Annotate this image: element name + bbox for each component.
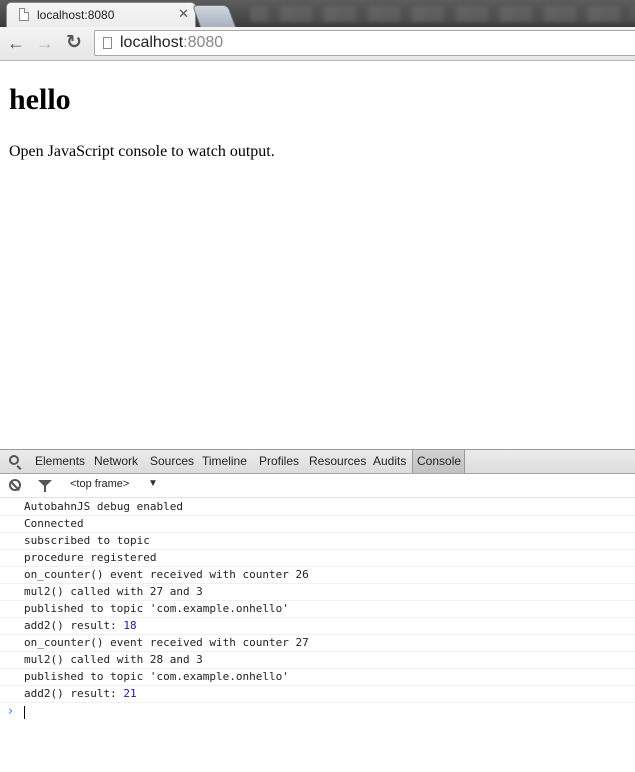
page-icon [103,37,112,49]
frame-selector[interactable]: <top frame> [70,478,129,490]
tab-network[interactable]: Network [94,450,138,473]
devtools-tab-bar: Elements Network Sources Timeline Profil… [0,450,635,474]
devtools-panel: Elements Network Sources Timeline Profil… [0,449,635,772]
console-line: mul2() called with 27 and 3 [0,584,635,601]
url-host: localhost [120,34,184,51]
chevron-down-icon[interactable]: ▼ [148,478,158,489]
console-line-text: procedure registered [24,551,157,564]
tab-title: localhost:8080 [37,8,115,22]
console-line: published to topic 'com.example.onhello' [0,669,635,686]
console-input[interactable]: › [0,703,635,721]
console-output: AutobahnJS debug enabled Connected subsc… [0,499,635,703]
reload-icon[interactable]: ↻ [63,32,85,54]
page-heading: hello [9,83,71,116]
tab-profiles[interactable]: Profiles [259,450,299,473]
console-line: AutobahnJS debug enabled [0,499,635,516]
console-line-text: on_counter() event received with counter… [24,636,309,649]
page-content: hello Open JavaScript console to watch o… [0,61,635,449]
forward-arrow-icon[interactable]: → [34,32,56,54]
console-line-text: mul2() called with 28 and 3 [24,653,203,666]
clear-console-icon[interactable] [9,479,21,491]
console-line-text: add2() result: [24,619,124,632]
tab-audits[interactable]: Audits [373,450,406,473]
console-line: procedure registered [0,550,635,567]
console-line: subscribed to topic [0,533,635,550]
address-url: localhost:8080 [120,34,223,52]
console-line-text: mul2() called with 27 and 3 [24,585,203,598]
console-line: add2() result: 21 [0,686,635,703]
tab-close-icon[interactable]: ✕ [178,6,189,22]
tab-sources[interactable]: Sources [150,450,194,473]
page-favicon-icon [19,8,29,21]
tab-resources[interactable]: Resources [309,450,366,473]
back-arrow-icon[interactable]: ← [5,32,27,54]
tab-console[interactable]: Console [412,450,465,473]
console-line: Connected [0,516,635,533]
console-number-value: 21 [123,687,137,700]
console-line-text: add2() result: [24,687,124,700]
tab-elements[interactable]: Elements [35,450,85,473]
console-line-text: on_counter() event received with counter… [24,568,309,581]
filter-icon[interactable] [38,480,52,492]
console-line: add2() result: 18 [0,618,635,635]
blurred-window-title [250,6,635,22]
console-line-text: subscribed to topic [24,534,150,547]
console-number-value: 18 [123,619,137,632]
console-line-text: Connected [24,517,84,530]
search-icon[interactable] [9,455,19,465]
tab-strip: localhost:8080 ✕ [0,0,635,27]
console-line: mul2() called with 28 and 3 [0,652,635,669]
console-line: published to topic 'com.example.onhello' [0,601,635,618]
prompt-chevron-icon: › [8,704,14,719]
browser-tab-active[interactable]: localhost:8080 ✕ [6,2,196,27]
console-line: on_counter() event received with counter… [0,567,635,584]
console-line-text: published to topic 'com.example.onhello' [24,670,289,683]
browser-toolbar: ← → ↻ localhost:8080 [0,27,635,61]
tab-timeline[interactable]: Timeline [202,450,247,473]
page-paragraph: Open JavaScript console to watch output. [9,143,275,160]
console-line: on_counter() event received with counter… [0,635,635,652]
address-bar[interactable]: localhost:8080 [94,30,635,56]
console-line-text: published to topic 'com.example.onhello' [24,602,289,615]
url-port: :8080 [183,34,224,51]
text-caret [24,706,25,719]
new-tab-button[interactable] [191,5,236,27]
console-line-text: AutobahnJS debug enabled [24,500,183,513]
console-toolbar: <top frame> ▼ [0,474,635,498]
